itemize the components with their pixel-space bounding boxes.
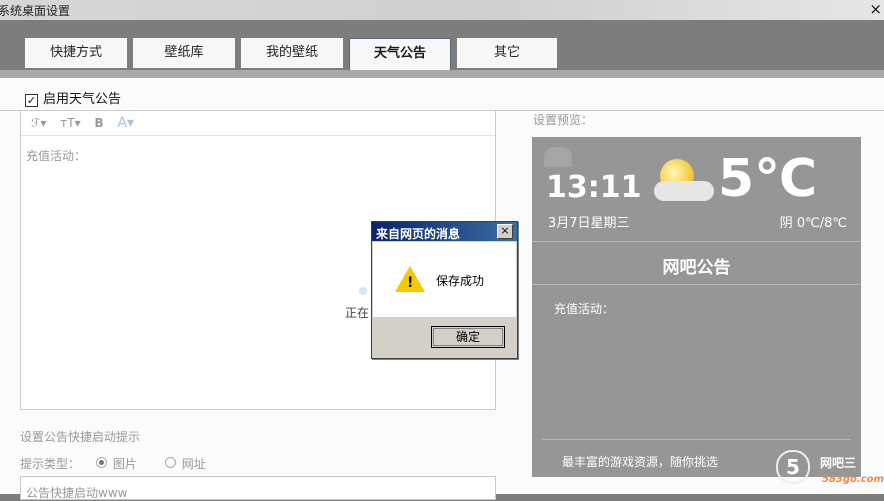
- dialog-close-button[interactable]: ×: [497, 224, 513, 239]
- preview-temperature: 5℃: [718, 149, 818, 209]
- window-title: 系统桌面设置: [0, 4, 71, 18]
- tab-shortcuts[interactable]: 快捷方式: [25, 38, 127, 68]
- tab-other[interactable]: 其它: [457, 38, 557, 68]
- editor-text[interactable]: 充值活动：: [26, 147, 86, 164]
- tab-divider: [0, 70, 884, 78]
- tab-bar: 快捷方式 壁纸库 我的壁纸 天气公告 其它: [0, 20, 884, 70]
- hint-type-label: 提示类型：: [20, 457, 81, 471]
- tab-my-wallpaper[interactable]: 我的壁纸: [241, 38, 343, 68]
- window-close-button[interactable]: ×: [869, 0, 882, 18]
- hint-type-row: 提示类型： 图片 网址: [20, 455, 206, 472]
- window-titlebar: 系统桌面设置 ×: [0, 0, 884, 20]
- editor-toolbar: ℱ▾ тT▾ B A▾: [21, 111, 495, 136]
- weather-description: 阴 0℃/8℃: [779, 216, 847, 231]
- divider: [532, 241, 861, 242]
- font-family-icon[interactable]: ℱ▾: [31, 111, 46, 135]
- tab-weather-notice[interactable]: 天气公告: [349, 38, 451, 70]
- logo-icon: 5: [776, 450, 810, 484]
- radio-image[interactable]: [95, 457, 107, 468]
- loading-dot: [359, 287, 367, 295]
- radio-url-label[interactable]: 网址: [182, 457, 206, 471]
- font-size-icon[interactable]: тT▾: [60, 111, 80, 135]
- message-dialog: 来自网页的消息 × ! 保存成功 确定: [371, 221, 518, 359]
- dialog-body: ! 保存成功: [373, 242, 516, 317]
- notice-title: 网吧公告: [662, 258, 731, 278]
- preview-date: 3月7日星期三: [548, 216, 630, 231]
- notice-text: 充值活动：: [554, 302, 615, 316]
- ok-button[interactable]: 确定: [431, 326, 505, 348]
- warning-mark: !: [407, 275, 414, 291]
- dialog-title: 来自网页的消息: [376, 227, 461, 241]
- logo-text: 网吧三: [820, 456, 857, 470]
- bold-icon[interactable]: B: [94, 111, 103, 135]
- tab-wallpaper-library[interactable]: 壁纸库: [133, 38, 235, 68]
- radio-url[interactable]: [164, 457, 176, 468]
- divider: [542, 439, 851, 440]
- enable-checkbox[interactable]: ✓: [25, 94, 38, 107]
- enable-label: 启用天气公告: [43, 92, 122, 107]
- cloud-icon: [654, 181, 714, 201]
- preview-panel: 13:11 3月7日星期三 5℃ 阴 0℃/8℃ 网吧公告 充值活动： 最丰富的…: [532, 137, 861, 477]
- dialog-message: 保存成功: [436, 274, 485, 288]
- divider: [532, 284, 861, 285]
- preview-footer: 最丰富的游戏资源，随你挑选: [562, 455, 719, 469]
- shortcut-input[interactable]: 公告快捷启动www: [20, 476, 496, 500]
- enable-weather-notice[interactable]: ✓ 启用天气公告: [25, 88, 121, 107]
- font-color-icon[interactable]: A▾: [117, 111, 134, 135]
- shortcut-input-value: 公告快捷启动www: [26, 486, 128, 500]
- saving-text: 正在: [345, 306, 370, 320]
- dialog-titlebar: 来自网页的消息 ×: [372, 222, 517, 241]
- weather-badge-icon: [544, 147, 572, 167]
- preview-time: 13:11: [546, 170, 642, 205]
- logo-url: 583go.com: [822, 474, 884, 485]
- shortcut-section-title: 设置公告快捷启动提示: [20, 430, 141, 444]
- preview-label: 设置预览：: [533, 113, 594, 127]
- radio-image-label[interactable]: 图片: [113, 457, 137, 471]
